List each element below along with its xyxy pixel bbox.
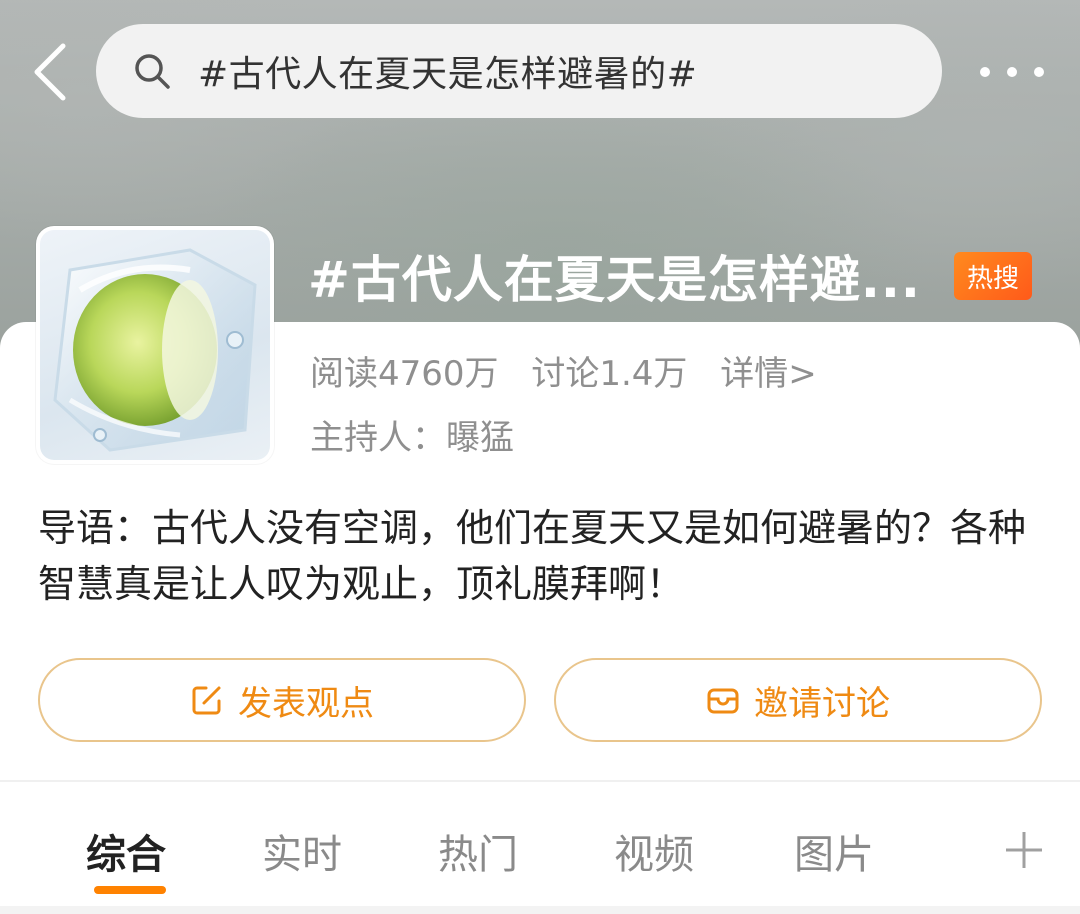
search-input[interactable]: #古代人在夏天是怎样避暑的#: [96, 24, 942, 118]
tab-video[interactable]: 视频: [614, 822, 694, 880]
edit-icon: [190, 683, 224, 717]
hot-badge: 热搜: [954, 252, 1032, 300]
lime-in-ice-image: [53, 248, 257, 452]
back-arrow-icon: [34, 43, 66, 101]
more-button[interactable]: [970, 50, 1054, 94]
search-query: #古代人在夏天是怎样避暑的#: [198, 54, 698, 95]
post-opinion-label: 发表观点: [238, 683, 374, 724]
topic-stats: 阅读4760万 讨论1.4万 详情>: [310, 346, 839, 395]
discussion-count: 讨论1.4万: [531, 354, 688, 394]
tab-hot[interactable]: 热门: [438, 822, 518, 880]
tab-images[interactable]: 图片: [794, 822, 874, 880]
topic-host: 主持人：曝猛: [310, 418, 514, 458]
bottom-strip: [0, 906, 1080, 914]
tab-realtime[interactable]: 实时: [262, 822, 342, 880]
read-count: 阅读4760万: [310, 354, 499, 394]
more-icon: [980, 67, 1044, 77]
active-tab-indicator: [94, 886, 166, 894]
topic-intro: 导语：古代人没有空调，他们在夏天又是如何避暑的？各种智慧真是让人叹为观止，顶礼膜…: [38, 506, 1027, 606]
invite-discussion-button[interactable]: 邀请讨论: [554, 658, 1042, 742]
search-icon: [132, 49, 176, 93]
plus-icon: [1006, 832, 1042, 868]
tab-bar: 综合 实时 热门 视频 图片: [0, 782, 1080, 914]
post-opinion-button[interactable]: 发表观点: [38, 658, 526, 742]
tab-comprehensive[interactable]: 综合: [86, 822, 166, 880]
topic-cover-image[interactable]: [36, 226, 274, 464]
topic-page: #古代人在夏天是怎样避暑的# #古代人在夏天是怎样避... 热搜 阅读4760万…: [0, 0, 1080, 914]
details-link[interactable]: 详情>: [720, 354, 817, 394]
add-tab-button[interactable]: [1000, 826, 1048, 874]
topic-title: #古代人在夏天是怎样避...: [308, 251, 921, 309]
invite-icon: [706, 683, 740, 717]
back-button[interactable]: [24, 36, 76, 108]
invite-discussion-label: 邀请讨论: [754, 683, 890, 724]
